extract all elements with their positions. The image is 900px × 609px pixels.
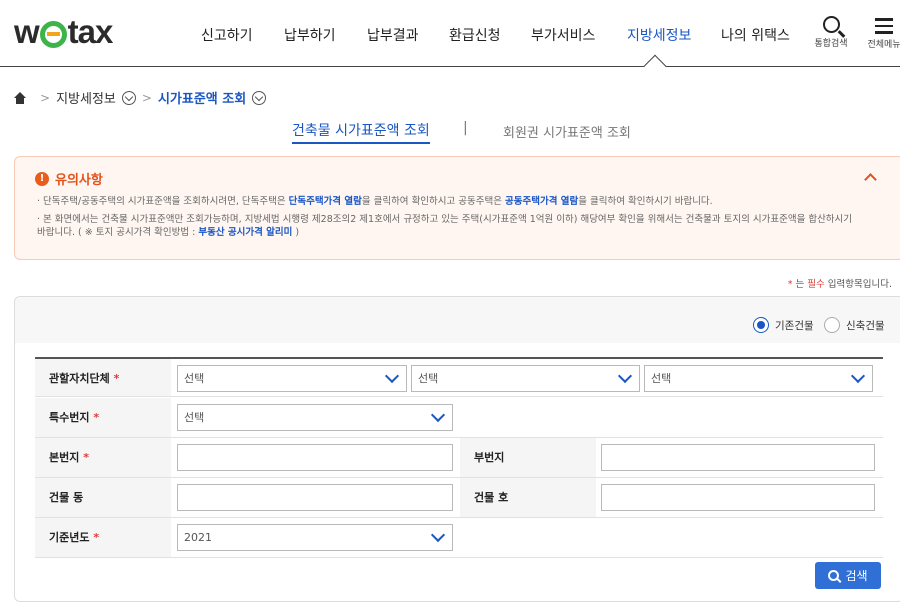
special-lot-label: 특수번지 * [35, 398, 171, 437]
special-lot-select[interactable]: 선택 [177, 404, 453, 431]
tab-building-standard-price[interactable]: 건축물 시가표준액 조회 [292, 120, 430, 144]
notice-text: 을 클릭하여 확인하시기 바랍니다. [578, 196, 713, 207]
city-select[interactable]: 선택 [411, 365, 640, 392]
notice-text: · 단독주택/공동주택의 시가표준액을 조회하시려면, 단독주택은 [37, 196, 289, 207]
required-note-text: 는 [792, 279, 808, 290]
breadcrumb: > 지방세정보 > 시가표준액 조회 [14, 88, 267, 107]
building-dong-label: 건물 동 [35, 478, 171, 517]
base-year-select-value: 2021 [184, 531, 212, 544]
sub-lot-label: 부번지 [460, 438, 596, 477]
chevron-down-circle-icon[interactable] [252, 90, 267, 105]
label-text: 관할자치단체 [49, 372, 110, 385]
search-button-label: 검색 [845, 569, 868, 583]
search-button[interactable]: 검색 [815, 562, 881, 589]
label-text: 특수번지 [49, 411, 90, 424]
required-note: * 는 필수 입력항목입니다. [788, 276, 892, 290]
radio-existing-building[interactable]: 기존건물 [753, 317, 814, 333]
nav-extra-services[interactable]: 부가서비스 [531, 25, 595, 45]
nav-my-wetax[interactable]: 나의 위택스 [721, 25, 790, 45]
real-estate-price-link[interactable]: 부동산 공시가격 알리미 [198, 227, 292, 238]
integrated-search-button[interactable]: 통합검색 [809, 14, 853, 49]
active-nav-pointer [643, 54, 667, 78]
special-lot-select-value: 선택 [184, 411, 205, 424]
district-select[interactable]: 선택 [644, 365, 873, 392]
required-star: * [83, 451, 89, 464]
chevron-down-icon [850, 368, 866, 384]
base-year-select[interactable]: 2021 [177, 524, 453, 551]
sub-lot-input[interactable] [601, 444, 875, 471]
row-lot-number: 본번지 * 부번지 [35, 438, 883, 478]
building-ho-label: 건물 호 [460, 478, 596, 517]
notice-line-2: · 본 화면에서는 건축물 시가표준액만 조회가능하며, 지방세법 시행령 제2… [37, 214, 853, 225]
breadcrumb-current[interactable]: 시가표준액 조회 [158, 88, 246, 107]
required-note-text: 입력항목입니다. [824, 279, 892, 290]
base-year-label: 기준년도 * [35, 518, 171, 557]
tab-membership-standard-price[interactable]: 회원권 시가표준액 조회 [503, 122, 631, 141]
city-select-value: 선택 [418, 372, 439, 385]
notice-text: 바랍니다. ( ※ 토지 공시가격 확인방법 : [37, 227, 199, 238]
site-header: w tax 신고하기 납부하기 납부결과 환급신청 부가서비스 지방세정보 나의 … [0, 0, 900, 78]
nav-refund[interactable]: 환급신청 [449, 25, 501, 45]
chevron-down-circle-icon[interactable] [121, 90, 136, 105]
building-dong-input[interactable] [177, 484, 453, 511]
notice-text: 을 클릭하여 확인하시고 공동주택은 [361, 196, 506, 207]
notice-title-text: 유의사항 [55, 173, 103, 188]
label-text: 기준년도 [49, 531, 90, 544]
chevron-up-icon[interactable] [864, 173, 877, 186]
wetax-logo[interactable]: w tax [14, 12, 113, 52]
apartment-price-link[interactable]: 공동주택가격 열람 [505, 196, 578, 207]
radio-new-label: 신축건물 [846, 319, 885, 332]
required-star: * [93, 411, 100, 424]
logo-e-mark [39, 20, 67, 48]
search-form-panel: 기존건물 신축건물 관할자치단체 * 선택 선택 선택 특수번지 * 선택 본번… [14, 296, 900, 602]
tab-separator: | [463, 120, 468, 136]
label-text: 본번지 [49, 451, 80, 464]
notice-line-1: · 단독주택/공동주택의 시가표준액을 조회하시려면, 단독주택은 단독주택가격… [37, 195, 867, 208]
row-building-unit: 건물 동 건물 호 [35, 478, 883, 518]
required-word: 필수 [807, 279, 825, 290]
required-star: * [93, 531, 100, 544]
warning-icon: ! [35, 171, 49, 186]
row-base-year: 기준년도 * 2021 [35, 518, 883, 558]
chevron-down-icon [384, 368, 400, 384]
chevron-down-icon [430, 527, 446, 543]
building-ho-input[interactable] [601, 484, 875, 511]
notice-text: ) [292, 227, 300, 238]
notice-title: ! 유의사항 [35, 169, 103, 188]
row-special-lot: 특수번지 * 선택 [35, 398, 883, 438]
province-select[interactable]: 선택 [177, 365, 407, 392]
nav-local-tax-info[interactable]: 지방세정보 [627, 25, 691, 45]
home-icon[interactable] [14, 91, 26, 104]
nav-file[interactable]: 신고하기 [201, 25, 253, 45]
province-select-value: 선택 [184, 372, 205, 385]
row-jurisdiction: 관할자치단체 * 선택 선택 선택 [35, 357, 883, 397]
chevron-right-icon: > [40, 90, 51, 105]
nav-pay-result[interactable]: 납부결과 [367, 25, 419, 45]
jurisdiction-label: 관할자치단체 * [35, 359, 171, 396]
main-lot-label: 본번지 * [35, 438, 171, 477]
building-type-bar: 기존건물 신축건물 [15, 297, 900, 343]
integrated-search-label: 통합검색 [814, 39, 848, 49]
radio-unchecked-icon[interactable] [824, 317, 840, 333]
chevron-down-icon [617, 368, 633, 384]
detached-house-price-link[interactable]: 단독주택가격 열람 [289, 196, 362, 207]
radio-checked-icon[interactable] [753, 317, 769, 333]
full-menu-label: 전체메뉴 [867, 39, 900, 50]
required-star: * [113, 372, 120, 385]
main-lot-input[interactable] [177, 444, 453, 471]
chevron-down-icon [430, 407, 446, 423]
breadcrumb-level1[interactable]: 지방세정보 [56, 88, 116, 107]
hamburger-icon [875, 18, 893, 34]
notice-box: ! 유의사항 · 단독주택/공동주택의 시가표준액을 조회하시려면, 단독주택은… [14, 156, 900, 260]
nav-pay[interactable]: 납부하기 [284, 25, 336, 45]
full-menu-button[interactable]: 전체메뉴 [862, 14, 900, 50]
district-select-value: 선택 [651, 372, 672, 385]
search-icon [828, 570, 840, 581]
search-icon [822, 16, 840, 33]
chevron-right-icon: > [141, 90, 152, 105]
radio-existing-label: 기존건물 [775, 319, 814, 332]
radio-new-building[interactable]: 신축건물 [824, 317, 885, 333]
notice-line-3: 바랍니다. ( ※ 토지 공시가격 확인방법 : 부동산 공시가격 알리미 ) [37, 226, 867, 239]
